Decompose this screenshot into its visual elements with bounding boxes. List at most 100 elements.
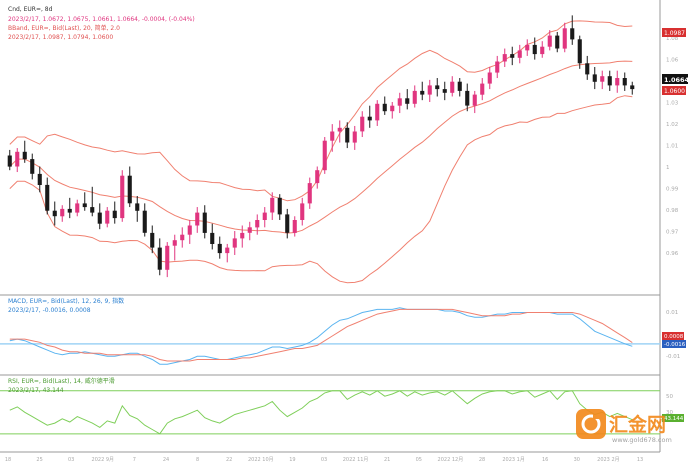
candle-body [67, 208, 72, 213]
candle-body [82, 203, 87, 208]
candle-body [270, 197, 275, 213]
candle-body [592, 74, 597, 82]
candle-body [352, 131, 357, 143]
candle-body [30, 159, 35, 174]
x-tick-label: 21 [384, 457, 390, 463]
candle-body [405, 98, 410, 104]
upper-band-tag: 1.0987 [664, 30, 685, 37]
candle-body [435, 85, 440, 90]
candle-body [525, 44, 530, 51]
x-tick-label: 7 [133, 457, 136, 463]
x-tick-label: 2022 9月 [92, 457, 115, 463]
candle-body [165, 245, 170, 270]
candle-body [225, 247, 230, 254]
candle-body [615, 78, 620, 86]
candle-body [195, 212, 200, 226]
candle-body [555, 35, 560, 49]
x-tick-label: 05 [416, 457, 422, 463]
candle-body [375, 103, 380, 121]
main-y-tick-label: 1.06 [666, 58, 679, 64]
x-tick-label: 2022 12月 [438, 457, 464, 463]
main-y-tick-label: 0.99 [666, 187, 679, 193]
candle-body [330, 131, 335, 141]
candle-body [465, 90, 470, 106]
candle-body [37, 173, 42, 185]
candle-body [262, 212, 267, 220]
candle-body [157, 247, 162, 270]
lower-band-tag: 1.0600 [664, 88, 685, 95]
x-tick-label: 30 [574, 457, 580, 463]
candle-body [442, 89, 447, 93]
candle-body [622, 78, 627, 86]
candle-body [585, 63, 590, 75]
brand-watermark: 汇金网 www.gold678.com [576, 409, 672, 444]
candle-body [75, 203, 80, 213]
x-tick-label: 2023 2月 [597, 457, 620, 463]
x-tick-label: 13 [637, 457, 643, 463]
candle-body [472, 94, 477, 106]
candle-body [367, 116, 372, 121]
macd-label: MACD, EUR=, Bid(Last), 12, 26, 9, 指数 [8, 297, 124, 305]
candle-body [232, 238, 237, 248]
candle-body [187, 225, 192, 235]
candle-body [180, 234, 185, 241]
rsi-y-tick-label: 50 [666, 394, 673, 400]
last-price-tag: 1.0664 [664, 76, 690, 84]
candle-body [217, 243, 222, 254]
macd-y-tick-label: -0.01 [666, 354, 680, 360]
candle-body [547, 35, 552, 47]
candle-body [570, 28, 575, 40]
x-tick-label: 03 [321, 457, 327, 463]
main-y-tick-label: 1.02 [666, 122, 678, 128]
candle-body [427, 85, 432, 95]
brand-url: www.gold678.com [612, 436, 672, 444]
candle-body [45, 184, 50, 211]
rsi-value: 2023/2/17, 43.144 [8, 387, 64, 394]
candle-body [142, 210, 147, 233]
candle-body [120, 175, 125, 219]
chart-stage: 1.081.061.041.031.021.0110.990.980.970.9… [0, 0, 694, 464]
x-axis-ticks: 18 25 03 2022 9月 7 24 8 22 2022 10月 19 03 2022 11月 2… [5, 457, 643, 463]
candle-body [210, 232, 215, 244]
main-y-tick-label: 0.96 [666, 251, 679, 257]
candle-body [22, 151, 27, 160]
macd-line-tag: -0.0016 [664, 342, 686, 348]
candle-body [510, 54, 515, 58]
candle-body [105, 210, 110, 224]
x-tick-label: 18 [5, 457, 11, 463]
candle-body [300, 203, 305, 220]
candle-body [285, 214, 290, 233]
candle-body [7, 155, 12, 167]
candle-body [540, 46, 545, 55]
candle-body [412, 90, 417, 104]
candle-body [420, 90, 425, 95]
candle-body [90, 207, 95, 213]
macd-y-tick-label: 0.01 [666, 310, 678, 316]
candle-body [487, 72, 492, 84]
candle-body [322, 140, 327, 171]
candle-body [255, 220, 260, 228]
candle-body [502, 54, 507, 62]
candle-body [450, 81, 455, 93]
macd-signal-tag: 0.0008 [664, 334, 684, 340]
x-tick-label: 2022 10月 [248, 457, 274, 463]
candle-body [577, 39, 582, 64]
x-tick-label: 2023 1月 [502, 457, 525, 463]
main-y-tick-label: 1 [666, 165, 670, 171]
candle-body [360, 116, 365, 132]
macd-values: 2023/2/17, -0.0016, 0.0008 [8, 307, 91, 314]
candle-body [307, 183, 312, 204]
candle-body [112, 210, 117, 219]
candle-body [202, 212, 207, 233]
candle-body [630, 85, 635, 90]
x-tick-label: 8 [196, 457, 199, 463]
brand-name: 汇金网 [609, 413, 666, 436]
main-series-label: Cnd, EUR=, 8d [8, 6, 53, 13]
main-y-tick-label: 1.01 [666, 144, 678, 150]
chart-svg: 1.081.061.041.031.021.0110.990.980.970.9… [0, 0, 694, 464]
candle-body [172, 240, 177, 246]
brand-logo-cut [593, 410, 603, 419]
candle-body [390, 105, 395, 112]
x-tick-label: 22 [226, 457, 232, 463]
main-ohlc-readout: 2023/2/17, 1.0672, 1.0675, 1.0661, 1.066… [8, 16, 195, 23]
